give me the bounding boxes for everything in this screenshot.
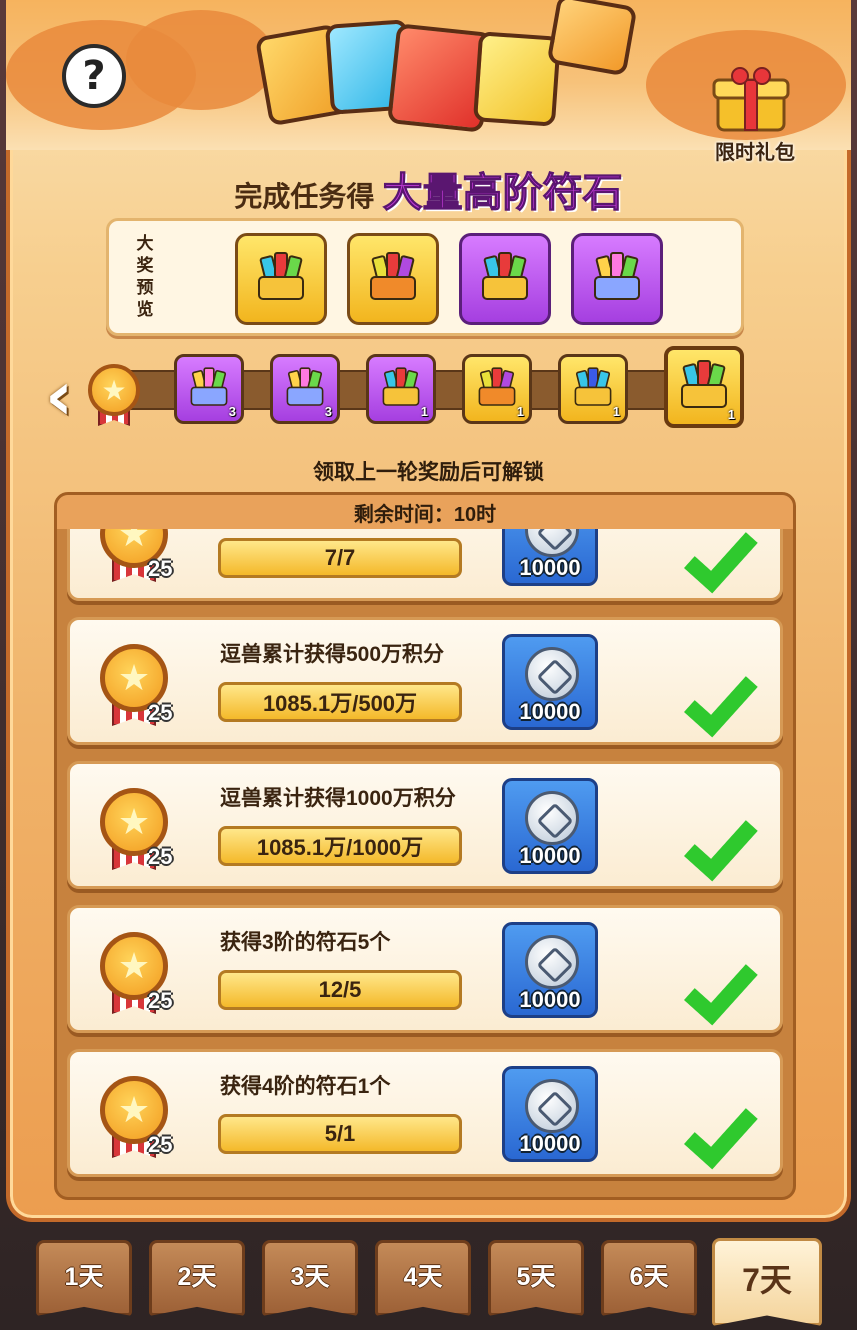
- reward-count: 3: [228, 404, 236, 419]
- rune-chest-icon: [252, 252, 310, 302]
- question-icon: ?: [82, 53, 106, 99]
- task-title: 获得4阶的符石1个: [220, 1075, 391, 1098]
- track-reward[interactable]: 3: [270, 354, 340, 424]
- task-progress: 5/1: [218, 1114, 462, 1154]
- rune-chest-icon: [474, 367, 520, 408]
- rune-card: [546, 0, 638, 77]
- reward-count: 3: [324, 404, 332, 419]
- task-row: ★ 25 逗兽累计获得500万积分 1085.1万/500万 10000: [67, 617, 783, 745]
- track-reward[interactable]: 1: [462, 354, 532, 424]
- check-icon: [654, 1082, 732, 1146]
- coin-reward[interactable]: 10000: [502, 1066, 598, 1162]
- prize-chest[interactable]: [571, 233, 663, 325]
- rune-chest-icon: [282, 367, 328, 408]
- task-title: 逗兽累计获得500万积分: [220, 643, 445, 666]
- page-title: 完成任务得 大量高阶符石: [0, 160, 857, 218]
- silver-coin-icon: [525, 647, 579, 701]
- rune-chest-icon: [570, 367, 616, 408]
- task-title: 逗兽累计获得1000万积分: [220, 787, 456, 810]
- task-title: 获得3阶的符石5个: [220, 931, 391, 954]
- task-progress: 12/5: [218, 970, 462, 1010]
- track-reward[interactable]: 3: [174, 354, 244, 424]
- coin-reward[interactable]: 10000: [502, 778, 598, 874]
- medal-points: 25: [148, 988, 173, 1013]
- track-reward[interactable]: 1: [664, 346, 744, 428]
- help-button[interactable]: ?: [62, 44, 126, 108]
- coin-reward[interactable]: 10000: [502, 634, 598, 730]
- check-icon: [654, 794, 732, 858]
- title-prefix: 完成任务得: [234, 181, 375, 212]
- coin-amount: 10000: [519, 1131, 581, 1156]
- silver-coin-icon: [525, 791, 579, 845]
- tab-day-1[interactable]: 1天: [36, 1240, 132, 1316]
- task-row: ★ 25 逗兽累计获得1000万积分 1085.1万/1000万 10000: [67, 761, 783, 889]
- silver-coin-icon: [525, 935, 579, 989]
- tab-day-2[interactable]: 2天: [149, 1240, 245, 1316]
- rune-chest-icon: [476, 252, 534, 302]
- rune-chest-icon: [378, 367, 424, 408]
- track-medal-icon: ★: [88, 364, 140, 428]
- task-row: ★ 25 7/7 10000: [67, 529, 783, 601]
- task-progress: 1085.1万/1000万: [218, 826, 462, 866]
- prize-chest[interactable]: [235, 233, 327, 325]
- reward-count: 1: [516, 404, 524, 419]
- preview-label: 大奖预览: [136, 234, 154, 319]
- hero-rune-cards: [254, 0, 642, 140]
- coin-reward[interactable]: 10000: [502, 529, 598, 586]
- remaining-time: 剩余时间：10时: [57, 495, 793, 529]
- reward-count: 1: [612, 404, 620, 419]
- coin-amount: 10000: [519, 987, 581, 1012]
- track-reward[interactable]: 1: [558, 354, 628, 424]
- coin-reward[interactable]: 10000: [502, 922, 598, 1018]
- rune-card: [472, 31, 562, 127]
- back-arrow-icon[interactable]: ‹: [34, 356, 84, 436]
- medal-points: 25: [148, 556, 173, 581]
- task-row: ★ 25 获得4阶的符石1个 5/1 10000: [67, 1049, 783, 1177]
- medal-points: 25: [148, 700, 173, 725]
- medal-points: 25: [148, 844, 173, 869]
- task-list-panel: 剩余时间：10时 ★ 25 7/7 10000 ★ 25 逗兽累计获得500万积…: [54, 492, 796, 1200]
- task-progress: 1085.1万/500万: [218, 682, 462, 722]
- reward-count: 1: [727, 407, 735, 422]
- task-progress: 7/7: [218, 538, 462, 578]
- unlock-hint: 领取上一轮奖励后可解锁: [313, 461, 544, 484]
- silver-coin-icon: [525, 1079, 579, 1133]
- reward-count: 1: [420, 404, 428, 419]
- title-highlight: 大量高阶符石: [382, 171, 623, 216]
- check-icon: [654, 938, 732, 1002]
- rune-chest-icon: [364, 252, 422, 302]
- coin-amount: 10000: [519, 555, 581, 580]
- tab-day-4[interactable]: 4天: [375, 1240, 471, 1316]
- rune-chest-icon: [186, 367, 232, 408]
- track-reward[interactable]: 1: [366, 354, 436, 424]
- grand-prize-preview: 大奖预览: [106, 218, 744, 336]
- rune-chest-icon: [588, 252, 646, 302]
- prize-chest[interactable]: [347, 233, 439, 325]
- coin-amount: 10000: [519, 843, 581, 868]
- prize-chest[interactable]: [459, 233, 551, 325]
- day-tab-bar: 1天 2天 3天 4天 5天 6天 7天: [0, 1232, 857, 1330]
- coin-amount: 10000: [519, 699, 581, 724]
- medal-points: 25: [148, 1132, 173, 1157]
- tab-day-5[interactable]: 5天: [488, 1240, 584, 1316]
- silver-coin-icon: [525, 529, 579, 557]
- tab-day-7[interactable]: 7天: [712, 1238, 822, 1326]
- tab-day-6[interactable]: 6天: [601, 1240, 697, 1316]
- rune-chest-icon: [675, 360, 733, 410]
- check-icon: [654, 529, 732, 570]
- check-icon: [654, 650, 732, 714]
- task-row: ★ 25 获得3阶的符石5个 12/5 10000: [67, 905, 783, 1033]
- tab-day-3[interactable]: 3天: [262, 1240, 358, 1316]
- gift-chest-icon[interactable]: [710, 66, 792, 136]
- task-scroll-list[interactable]: ★ 25 7/7 10000 ★ 25 逗兽累计获得500万积分 1085.1万…: [57, 529, 793, 1197]
